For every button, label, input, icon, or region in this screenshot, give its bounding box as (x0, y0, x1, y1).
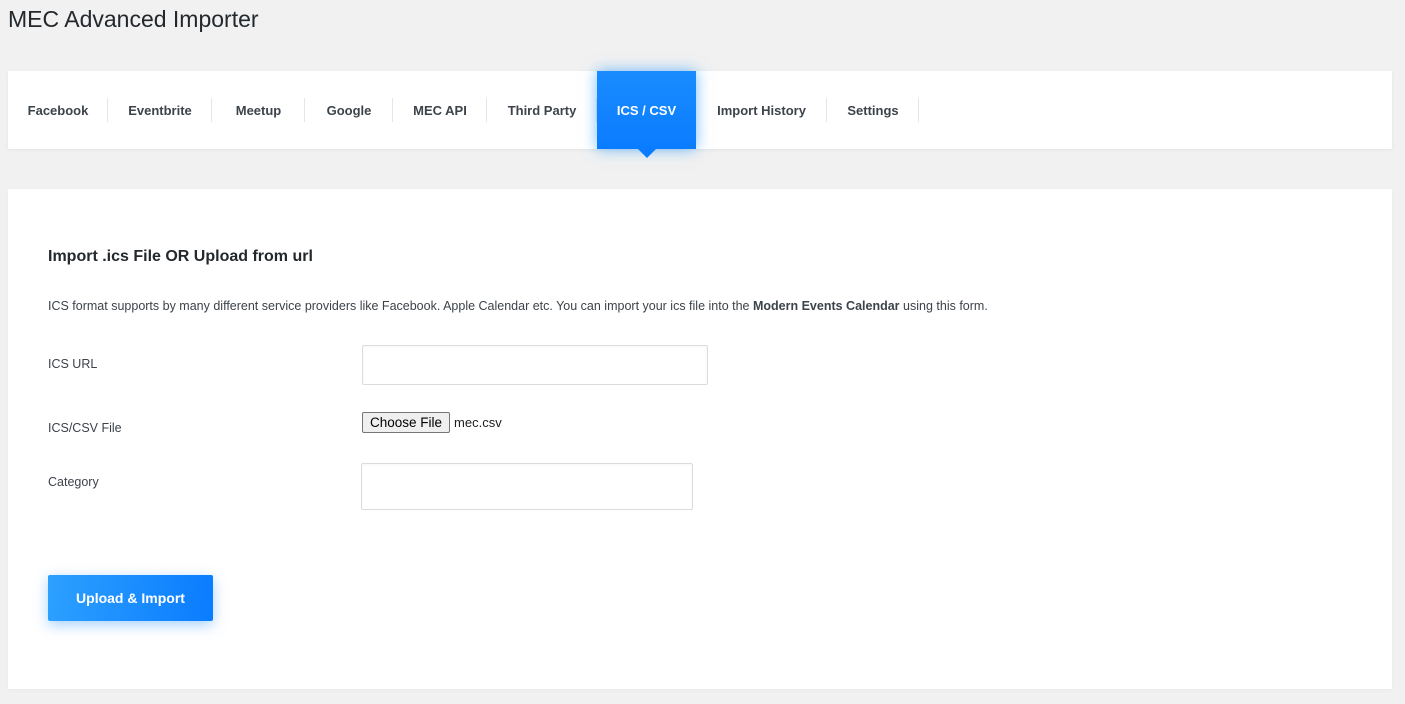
tab-settings[interactable]: Settings (827, 71, 919, 149)
file-picker: Choose File mec.csv (362, 412, 502, 433)
tab-label: MEC API (413, 102, 467, 118)
ics-url-input[interactable] (362, 345, 708, 385)
tab-label: Third Party (507, 102, 577, 118)
tabs-bar: Facebook Eventbrite Meetup Google MEC AP… (8, 71, 1392, 158)
tab-facebook[interactable]: Facebook (8, 71, 108, 149)
tab-meetup[interactable]: Meetup (212, 71, 305, 149)
tab-label: Import History (717, 102, 806, 118)
tab-label: Facebook (27, 102, 89, 118)
ics-url-label: ICS URL (48, 357, 98, 371)
tab-label: Eventbrite (128, 102, 192, 118)
description: ICS format supports by many different se… (48, 299, 988, 313)
tab-third-party[interactable]: Third Party (487, 71, 597, 149)
tab-mec-api[interactable]: MEC API (393, 71, 487, 149)
description-bold: Modern Events Calendar (752, 299, 900, 313)
category-label: Category (48, 475, 99, 489)
category-input[interactable] (361, 463, 693, 510)
section-title: Import .ics File OR Upload from url (48, 248, 313, 265)
tab-separator (918, 98, 919, 122)
page-title: MEC Advanced Importer (8, 6, 259, 32)
tab-label: Settings (847, 102, 899, 118)
tab-eventbrite[interactable]: Eventbrite (108, 71, 212, 149)
selected-file-name: mec.csv (454, 415, 502, 430)
tab-ics-csv[interactable]: ICS / CSV (597, 71, 696, 158)
tab-label: Meetup (235, 102, 282, 118)
description-prefix: ICS format supports by many different se… (48, 299, 753, 313)
choose-file-button[interactable]: Choose File (362, 412, 451, 433)
tab-google[interactable]: Google (305, 71, 393, 149)
tab-label: Google (326, 102, 372, 118)
tab-label: ICS / CSV (616, 102, 677, 118)
ics-csv-file-label: ICS/CSV File (48, 421, 122, 435)
description-suffix: using this form. (899, 299, 988, 313)
tab-import-history[interactable]: Import History (696, 71, 827, 149)
upload-import-button[interactable]: Upload & Import (48, 575, 213, 621)
import-panel: Import .ics File OR Upload from url ICS … (8, 189, 1392, 689)
